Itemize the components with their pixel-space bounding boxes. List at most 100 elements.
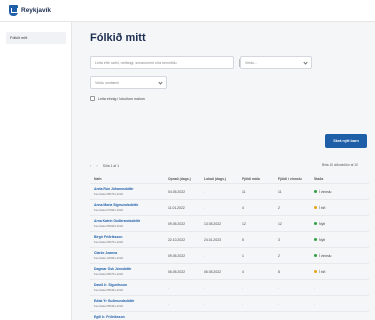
chevron-down-icon [303, 60, 308, 65]
active-count: 11 [278, 189, 282, 194]
table-row[interactable]: Clarke Joanna Kennitala 120901-2220 09.05.… [90, 247, 369, 263]
status-badge: Í bið [314, 270, 369, 274]
status-text: Nýtt [319, 237, 326, 242]
person-name-link[interactable]: Edda Ýr Guðmundsdóttir [94, 299, 168, 303]
case-count: 5 [242, 237, 244, 242]
reykjavik-shield-icon [9, 5, 18, 16]
table-row[interactable]: Anna María Sigmundsdóttir Kennitala 07090… [90, 199, 369, 215]
person-name-link[interactable]: Davíð Þ. Sigurðsson [94, 283, 168, 287]
person-cell: Anna María Sigmundsdóttir Kennitala 07090… [90, 203, 168, 212]
col-header-closed[interactable]: Lokað (dags.) [204, 177, 242, 181]
active-count: 12 [278, 221, 282, 226]
status-dot-icon [314, 254, 317, 258]
closed-date: - [204, 285, 206, 290]
person-cell: Birgir Friðriksson Kennitala 030701-2220 [90, 235, 168, 244]
opened-date: - [168, 285, 170, 290]
person-cell: Aníta Rún Jóhannsdóttir Kennitala 080702-… [90, 187, 168, 196]
table-row[interactable]: Aníta Rún Jóhannsdóttir Kennitala 080702-… [90, 183, 369, 199]
active-count: 2 [278, 253, 280, 258]
chevron-down-icon [158, 80, 163, 85]
col-header-count[interactable]: Fjöldi mála [242, 177, 278, 181]
filter-select-placeholder: Veldu... [245, 60, 257, 65]
person-name-link[interactable]: Egill Þ. Friðriksson [94, 315, 168, 319]
table-row[interactable]: Edda Ýr Guðmundsdóttir Kennitala 050301-2… [90, 295, 369, 311]
person-cell: Clarke Joanna Kennitala 120901-2220 [90, 251, 168, 260]
table-row[interactable]: Arna Katrín Guðbrandsdóttir Kennitala 050… [90, 215, 369, 231]
person-id: Kennitala 030701-2220 [94, 240, 123, 244]
status-badge: Í bið [314, 206, 369, 210]
closed-date: 06.05.2022 [204, 269, 221, 274]
active-count: 8 [278, 269, 280, 274]
person-id: Kennitala 090701-2220 [94, 272, 123, 276]
table-row[interactable]: Dagmar Ósk Jónsdóttir Kennitala 090701-22… [90, 263, 369, 279]
person-name-link[interactable]: Birgir Friðriksson [94, 235, 168, 239]
pagination: ‹ › Síða 1 af 1 [90, 163, 119, 168]
district-select[interactable]: Veldu umdæmi [90, 76, 167, 89]
results-count: Birta 10 niðurstöður af 10 [322, 163, 358, 167]
table-row[interactable]: Davíð Þ. Sigurðsson Kennitala 050301-2220… [90, 279, 369, 295]
opened-date: - [168, 301, 170, 306]
logo-text: Reykjavík [21, 7, 51, 14]
closed-date: 13.05.2022 [204, 221, 221, 226]
active-count: - [278, 301, 280, 306]
closed-date: 24.01.2023 [204, 237, 221, 242]
status-badge: Nýtt [314, 222, 369, 226]
table-body: Aníta Rún Jóhannsdóttir Kennitala 080702-… [90, 183, 369, 320]
status-text: Í bið [319, 269, 326, 274]
sidebar: Fólkið mitt [0, 22, 72, 320]
top-bar: Reykjavík [0, 0, 375, 22]
status-text: Í vinnslu [319, 189, 332, 194]
status-text: - [314, 285, 316, 290]
person-name-link[interactable]: Dagmar Ósk Jónsdóttir [94, 267, 168, 271]
col-header-active[interactable]: Fjöldi í vinnslu [278, 177, 314, 181]
people-table: Nafn Opnað (dags.) Lokað (dags.) Fjöldi … [90, 174, 369, 320]
person-name-link[interactable]: Anna María Sigmundsdóttir [94, 203, 168, 207]
opened-date: 09.05.2022 [168, 221, 185, 226]
person-name-link[interactable]: Clarke Joanna [94, 251, 168, 255]
person-name-link[interactable]: Aníta Rún Jóhannsdóttir [94, 187, 168, 191]
status-dot-icon [314, 270, 317, 274]
prev-page-icon[interactable]: ‹ [90, 163, 91, 168]
closed-cases-checkbox[interactable] [90, 96, 95, 101]
table-row[interactable]: Birgir Friðriksson Kennitala 030701-2220 2… [90, 231, 369, 247]
active-count: - [278, 285, 280, 290]
status-dot-icon [314, 190, 317, 194]
closed-cases-label: Leita einnig í lokuðum málum [98, 96, 145, 101]
person-name-link[interactable]: Arna Katrín Guðbrandsdóttir [94, 219, 168, 223]
closed-date: - [204, 205, 206, 210]
opened-date: 06.05.2022 [168, 269, 185, 274]
closed-cases-toggle[interactable]: Leita einnig í lokuðum málum [90, 96, 145, 101]
closed-date: - [204, 253, 206, 258]
next-page-icon[interactable]: › [96, 163, 97, 168]
status-text: Nýtt [319, 221, 326, 226]
col-header-opened[interactable]: Opnað (dags.) [168, 177, 204, 181]
person-id: Kennitala 050301-2220 [94, 304, 123, 308]
status-text: Í vinnslu [319, 253, 332, 258]
case-count: 11 [242, 189, 246, 194]
person-cell: Arna Katrín Guðbrandsdóttir Kennitala 050… [90, 219, 168, 228]
status-text: - [314, 301, 316, 306]
search-input[interactable]: Leita eftir nafni, netfangi, símanúmeri … [90, 56, 252, 69]
page-indicator: Síða 1 af 1 [102, 163, 120, 168]
search-placeholder: Leita eftir nafni, netfangi, símanúmeri … [95, 60, 177, 65]
sidebar-item-my-people[interactable]: Fólkið mitt [6, 32, 66, 44]
person-cell: Egill Þ. FriðrikssonKennitala 020701-222… [90, 315, 168, 320]
active-count: 3 [278, 237, 280, 242]
case-count: - [242, 301, 244, 306]
main-content: Fólkið mitt Leita eftir nafni, netfangi,… [72, 22, 375, 320]
status-badge: Í vinnslu [314, 254, 369, 258]
col-header-name[interactable]: Nafn [90, 177, 168, 181]
case-count: 4 [242, 205, 244, 210]
active-count: 2 [278, 205, 280, 210]
case-count: 1 [242, 253, 244, 258]
opened-date: 04.05.2022 [168, 189, 185, 194]
person-id: Kennitala 080702-2220 [94, 192, 123, 196]
case-count: - [242, 285, 244, 290]
opened-date: 22.10.2022 [168, 237, 185, 242]
col-header-status[interactable]: Staða [314, 177, 369, 181]
table-row[interactable]: Egill Þ. FriðrikssonKennitala 020701-222… [90, 311, 369, 320]
person-cell: Edda Ýr Guðmundsdóttir Kennitala 050301-2… [90, 299, 168, 308]
filter-select[interactable]: Veldu... [240, 56, 312, 69]
logo[interactable]: Reykjavík [9, 5, 51, 16]
add-child-button[interactable]: Skrá nýtt barn [325, 134, 367, 148]
